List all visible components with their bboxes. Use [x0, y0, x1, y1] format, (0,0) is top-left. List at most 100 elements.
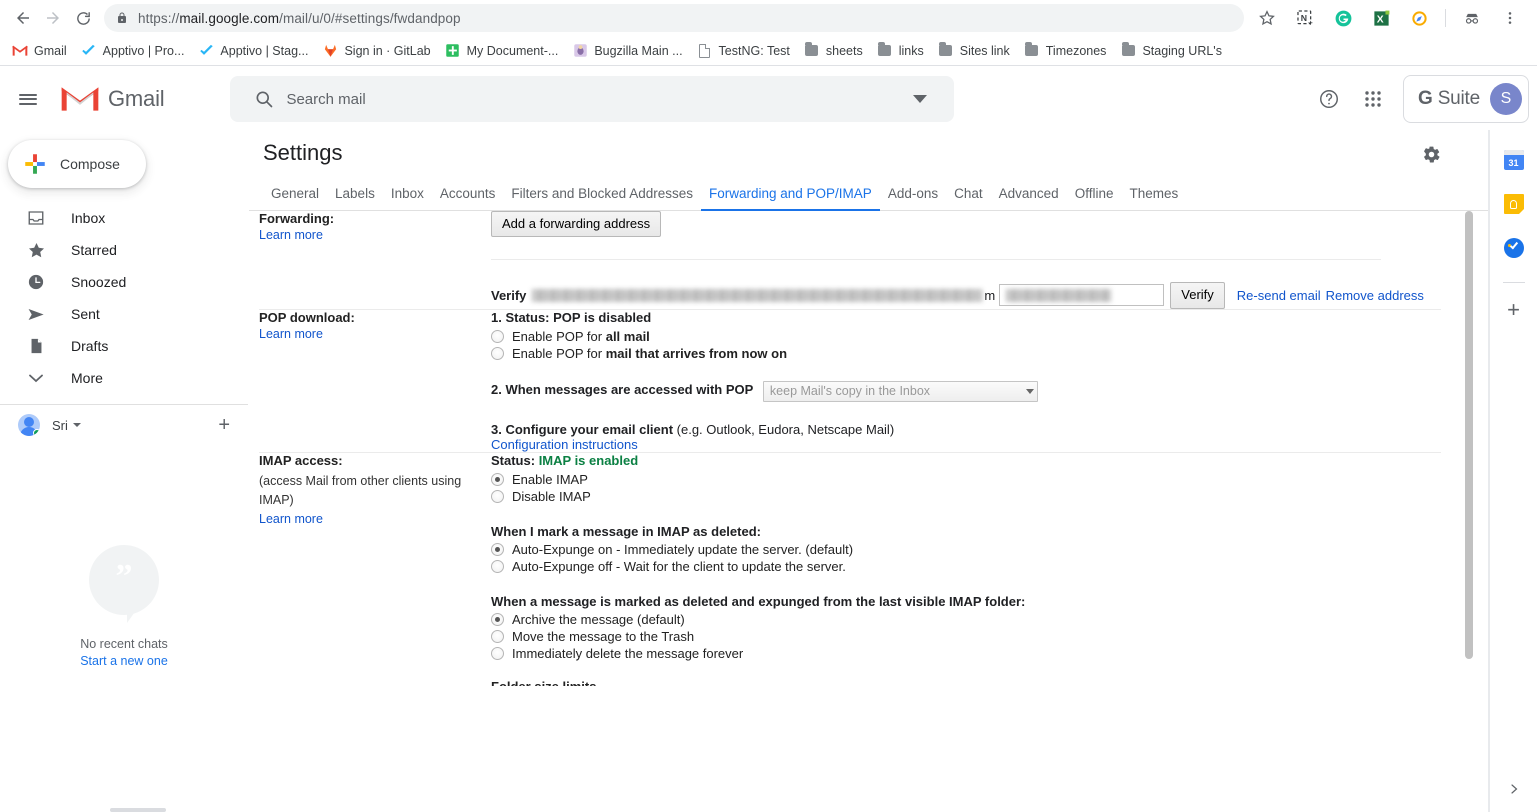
tab-chat[interactable]: Chat: [946, 186, 991, 210]
address-bar[interactable]: https://mail.google.com/mail/u/0/#settin…: [104, 4, 1244, 32]
learn-more-link[interactable]: Learn more: [259, 327, 323, 341]
verify-email-tail: m: [984, 287, 996, 303]
imap-folder-delete[interactable]: Immediately delete the message forever: [491, 646, 1441, 661]
search-bar[interactable]: [230, 76, 955, 122]
apps-grid-icon[interactable]: [1353, 79, 1393, 119]
bookmark-item[interactable]: My Document-...: [441, 40, 567, 62]
start-new-chat-link[interactable]: Start a new one: [80, 654, 168, 668]
imap-expunge-off[interactable]: Auto-Expunge off - Wait for the client t…: [491, 559, 1441, 574]
calendar-icon[interactable]: 31: [1502, 148, 1526, 172]
pop-step2-label: 2. When messages are accessed with POP: [491, 382, 754, 398]
star-icon[interactable]: [1253, 4, 1281, 32]
tab-accounts[interactable]: Accounts: [432, 186, 504, 210]
imap-expunge-on[interactable]: Auto-Expunge on - Immediately update the…: [491, 542, 1441, 557]
bookmark-item[interactable]: Apptivo | Stag...: [194, 40, 316, 62]
grammarly-icon[interactable]: [1329, 4, 1357, 32]
imap-folder-archive[interactable]: Archive the message (default): [491, 612, 1441, 627]
imap-folder-trash[interactable]: Move the message to the Trash: [491, 629, 1441, 644]
radio-button[interactable]: [491, 629, 504, 643]
tab-themes[interactable]: Themes: [1121, 186, 1186, 210]
search-input[interactable]: [284, 89, 901, 109]
bookmark-item[interactable]: Bugzilla Main ...: [568, 40, 690, 62]
folder-icon: [938, 42, 954, 59]
tab-advanced[interactable]: Advanced: [991, 186, 1067, 210]
sidebar-item-snoozed[interactable]: Snoozed: [0, 266, 234, 298]
chevron-right-icon[interactable]: [1508, 783, 1520, 798]
sidebar-resize-handle[interactable]: [110, 808, 166, 812]
chevron-down-icon[interactable]: [72, 423, 81, 427]
bookmark-label: links: [898, 43, 924, 58]
learn-more-link[interactable]: Learn more: [259, 228, 323, 242]
remove-address-link[interactable]: Remove address: [1326, 288, 1424, 303]
pop-option-from-now-on[interactable]: Enable POP for mail that arrives from no…: [491, 346, 1441, 361]
imap-option-disable[interactable]: Disable IMAP: [491, 489, 1441, 504]
compass-extension-icon[interactable]: [1405, 4, 1433, 32]
settings-scrollbar[interactable]: [1465, 211, 1473, 812]
radio-button[interactable]: [491, 489, 504, 503]
apptivo-icon: [81, 43, 97, 59]
keep-icon[interactable]: [1502, 192, 1526, 216]
chevron-down-icon[interactable]: [900, 94, 940, 104]
radio-button[interactable]: [491, 646, 504, 660]
account-chip[interactable]: G Suite S: [1403, 75, 1529, 123]
bookmark-folder-timezones[interactable]: Timezones: [1020, 40, 1115, 62]
bookmark-item[interactable]: TestNG: Test: [693, 40, 798, 62]
settings-scrollbar-thumb[interactable]: [1465, 211, 1473, 659]
tab-forwarding-and-pop-imap[interactable]: Forwarding and POP/IMAP: [700, 186, 880, 211]
tasks-icon[interactable]: [1502, 236, 1526, 260]
forward-button[interactable]: [38, 3, 68, 33]
onenote-clipper-icon[interactable]: N +: [1291, 4, 1319, 32]
verify-button[interactable]: Verify: [1170, 282, 1225, 309]
radio-button[interactable]: [491, 542, 504, 556]
pop-option-all-mail[interactable]: Enable POP for all mail: [491, 329, 1441, 344]
gear-icon[interactable]: [1415, 138, 1447, 170]
radio-button[interactable]: [491, 472, 504, 486]
sidebar-item-more[interactable]: More: [0, 362, 234, 394]
radio-button[interactable]: [491, 559, 504, 573]
bookmark-item[interactable]: Apptivo | Pro...: [77, 40, 193, 62]
sidebar-item-starred[interactable]: Starred: [0, 234, 234, 266]
avatar[interactable]: S: [1490, 83, 1522, 115]
hangouts-account-row[interactable]: Sri +: [0, 405, 248, 445]
tab-labels[interactable]: Labels: [327, 186, 383, 210]
search-icon[interactable]: [244, 89, 284, 109]
sidebar-item-sent[interactable]: Sent: [0, 298, 234, 330]
bookmark-folder-sites-link[interactable]: Sites link: [934, 40, 1018, 62]
tab-offline[interactable]: Offline: [1067, 186, 1122, 210]
imap-option-enable[interactable]: Enable IMAP: [491, 472, 1441, 487]
bookmark-item[interactable]: Sign in · GitLab: [318, 40, 438, 62]
tab-inbox[interactable]: Inbox: [383, 186, 432, 210]
incognito-icon[interactable]: [1458, 4, 1486, 32]
radio-button[interactable]: [491, 329, 504, 343]
chrome-menu-icon[interactable]: [1496, 4, 1524, 32]
hamburger-icon[interactable]: [4, 75, 52, 123]
pop-access-select[interactable]: keep Mail's copy in the Inbox: [762, 380, 1038, 402]
tab-filters-and-blocked-addresses[interactable]: Filters and Blocked Addresses: [503, 186, 701, 210]
section-imap-access: IMAP access: (access Mail from other cli…: [259, 452, 1441, 686]
sidebar-item-label: Drafts: [71, 338, 109, 354]
verification-code-input[interactable]: [999, 284, 1165, 307]
sidebar-item-drafts[interactable]: Drafts: [0, 330, 234, 362]
excel-icon[interactable]: X: [1367, 4, 1395, 32]
back-button[interactable]: [8, 3, 38, 33]
help-icon[interactable]: [1309, 79, 1349, 119]
reload-button[interactable]: [68, 3, 98, 33]
add-contact-button[interactable]: +: [218, 415, 230, 435]
sidebar-item-inbox[interactable]: Inbox: [0, 202, 234, 234]
bookmark-folder-links[interactable]: links: [873, 40, 932, 62]
tab-general[interactable]: General: [263, 186, 327, 210]
radio-button[interactable]: [491, 346, 504, 360]
radio-button[interactable]: [491, 612, 504, 626]
gmail-logo[interactable]: Gmail: [60, 84, 165, 114]
bookmark-folder-staging-urls[interactable]: Staging URL's: [1116, 40, 1230, 62]
learn-more-link[interactable]: Learn more: [259, 512, 323, 526]
configuration-instructions-link[interactable]: Configuration instructions: [491, 437, 638, 452]
compose-button[interactable]: Compose: [8, 140, 146, 188]
resend-email-link[interactable]: Re-send email: [1237, 288, 1321, 303]
add-side-panel-app-button[interactable]: +: [1507, 299, 1520, 321]
bookmark-item[interactable]: Gmail: [8, 40, 75, 62]
tab-add-ons[interactable]: Add-ons: [880, 186, 946, 210]
add-forwarding-address-button[interactable]: Add a forwarding address: [491, 211, 662, 238]
bookmark-folder-sheets[interactable]: sheets: [800, 40, 871, 62]
imap-value-cell: Status: IMAP is enabled Enable IMAP Disa…: [491, 452, 1441, 686]
